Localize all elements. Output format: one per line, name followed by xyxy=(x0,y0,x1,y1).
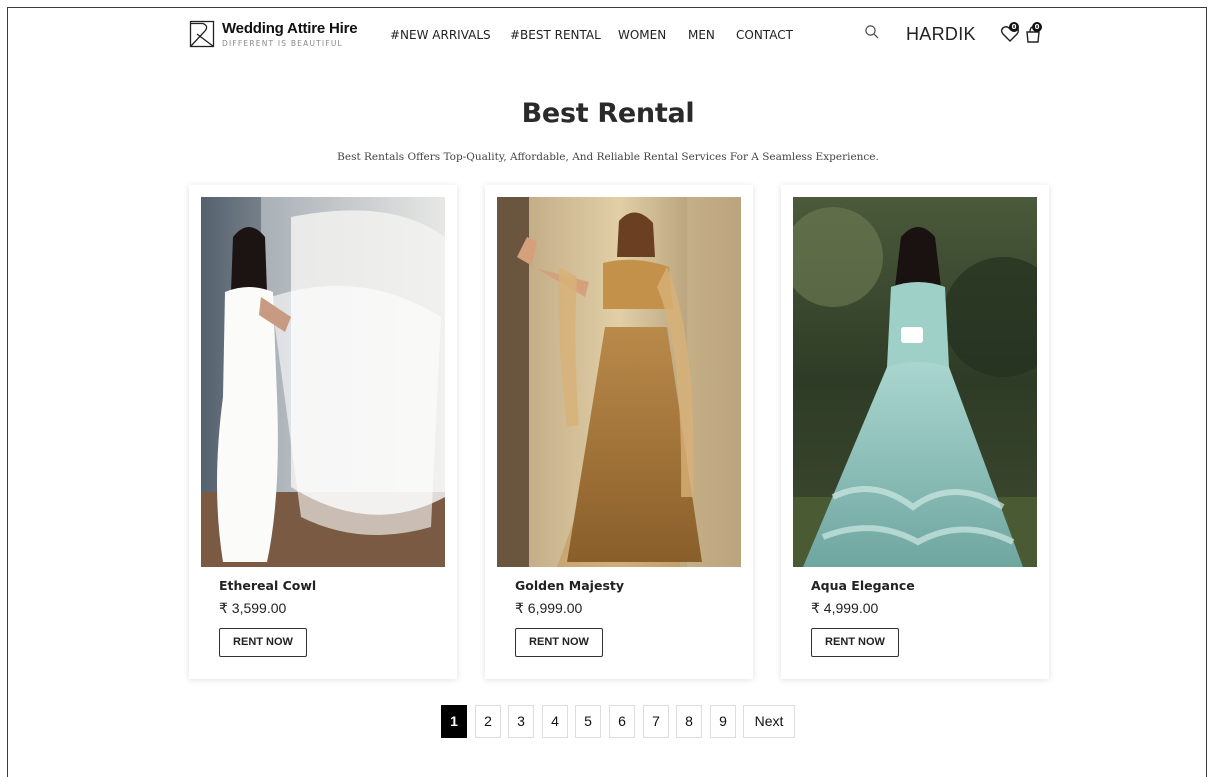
nav-best-rental[interactable]: #BEST RENTAL xyxy=(510,28,601,42)
page-8-button[interactable]: 8 xyxy=(676,705,702,738)
product-price: ₹ 3,599.00 xyxy=(219,600,287,616)
brand-title: Wedding Attire Hire xyxy=(222,20,358,37)
page-4-button[interactable]: 4 xyxy=(542,705,568,738)
page-2-button[interactable]: 2 xyxy=(475,705,501,738)
logo-mark-icon xyxy=(189,20,215,48)
product-name[interactable]: Aqua Elegance xyxy=(811,578,915,593)
product-name[interactable]: Ethereal Cowl xyxy=(219,578,316,593)
product-image[interactable] xyxy=(201,197,445,567)
product-card[interactable]: Golden Majesty ₹ 6,999.00 RENT NOW xyxy=(485,185,753,679)
product-price: ₹ 4,999.00 xyxy=(811,600,879,616)
wishlist-count-badge: 0 xyxy=(1009,22,1019,32)
product-card[interactable]: Aqua Elegance ₹ 4,999.00 RENT NOW xyxy=(781,185,1049,679)
product-card[interactable]: Ethereal Cowl ₹ 3,599.00 RENT NOW xyxy=(189,185,457,679)
user-name[interactable]: HARDIK xyxy=(906,24,976,45)
rent-now-button[interactable]: RENT NOW xyxy=(219,628,307,657)
nav-contact[interactable]: CONTACT xyxy=(736,28,793,42)
cart-button[interactable]: 0 xyxy=(1023,22,1045,44)
rent-now-button[interactable]: RENT NOW xyxy=(515,628,603,657)
page-subtitle: Best Rentals Offers Top-Quality, Afforda… xyxy=(337,151,879,163)
cart-count-badge: 0 xyxy=(1032,22,1042,32)
page-9-button[interactable]: 9 xyxy=(710,705,736,738)
product-image[interactable] xyxy=(793,197,1037,567)
page-title: Best Rental xyxy=(521,98,695,129)
product-name[interactable]: Golden Majesty xyxy=(515,578,624,593)
page-1-button[interactable]: 1 xyxy=(441,705,467,738)
page-7-button[interactable]: 7 xyxy=(643,705,669,738)
rent-now-button[interactable]: RENT NOW xyxy=(811,628,899,657)
nav-new-arrivals[interactable]: #NEW ARRIVALS xyxy=(390,28,491,42)
page-5-button[interactable]: 5 xyxy=(575,705,601,738)
brand-logo[interactable]: Wedding Attire Hire DIFFERENT IS BEAUTIF… xyxy=(189,20,369,50)
search-icon[interactable] xyxy=(864,24,880,40)
product-price: ₹ 6,999.00 xyxy=(515,600,583,616)
wishlist-button[interactable]: 0 xyxy=(1000,22,1022,44)
next-page-button[interactable]: Next xyxy=(743,705,795,738)
nav-men[interactable]: MEN xyxy=(688,28,715,42)
brand-tagline: DIFFERENT IS BEAUTIFUL xyxy=(222,39,343,48)
page-6-button[interactable]: 6 xyxy=(609,705,635,738)
page-3-button[interactable]: 3 xyxy=(508,705,534,738)
nav-women[interactable]: WOMEN xyxy=(618,28,666,42)
product-image[interactable] xyxy=(497,197,741,567)
